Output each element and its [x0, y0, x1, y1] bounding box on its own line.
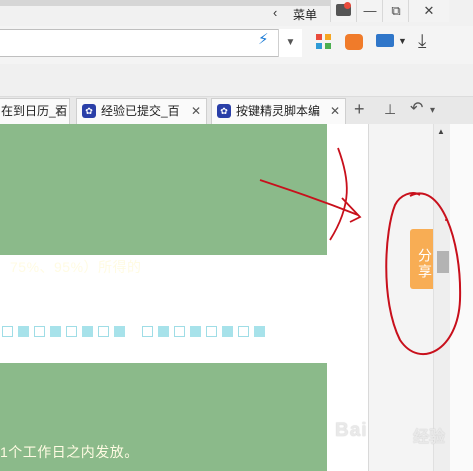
- tab-experience-submitted[interactable]: ✿ 经验已提交_百 ✕: [76, 98, 207, 124]
- decorative-square-row: [2, 326, 332, 340]
- share-sidebar: 分享: [368, 124, 435, 471]
- notification-dot-icon: [344, 2, 351, 9]
- decorative-square: [18, 326, 29, 337]
- decorative-square: [174, 326, 185, 337]
- tab-label: 经验已提交_百: [101, 104, 180, 118]
- restore-button[interactable]: ⧉: [382, 0, 409, 22]
- percentage-text: 75%、95%）所得的: [10, 259, 142, 275]
- baidu-paw-icon: ✿: [217, 104, 231, 118]
- decorative-square: [142, 326, 153, 337]
- tab-close-icon[interactable]: ✕: [54, 99, 64, 123]
- decorative-square: [2, 326, 13, 337]
- undo-dropdown-icon[interactable]: ▾: [430, 105, 435, 116]
- page-content: 75%、95%）所得的 1个工作日之内发放。: [0, 124, 368, 471]
- remote-dropdown-icon[interactable]: ▼: [398, 36, 407, 46]
- decorative-square: [190, 326, 201, 337]
- right-margin: [450, 124, 473, 471]
- green-info-block: [0, 124, 327, 255]
- speed-mode-bolt-icon[interactable]: ⚡: [258, 30, 269, 48]
- download-icon[interactable]: ⤓: [418, 31, 426, 53]
- decorative-square: [222, 326, 233, 337]
- share-button[interactable]: 分享: [410, 229, 435, 289]
- tab-row: 在到日历_百 ✕ ✿ 经验已提交_百 ✕ ✿ 按键精灵脚本编 ✕ + ⊥ ↶ ▾: [0, 96, 473, 124]
- game-center-icon[interactable]: [345, 34, 363, 50]
- recent-tabs-icon[interactable]: ⊥: [384, 101, 396, 118]
- browser-titlebar: ‹ 菜单 — ⧉ ✕: [0, 0, 473, 26]
- decorative-square: [254, 326, 265, 337]
- decorative-square: [34, 326, 45, 337]
- scrollbar[interactable]: [433, 124, 450, 471]
- minimize-button[interactable]: —: [356, 0, 383, 22]
- baidu-paw-icon: ✿: [82, 104, 96, 118]
- decorative-square: [206, 326, 217, 337]
- undo-close-icon[interactable]: ↶: [410, 98, 423, 118]
- apps-grid-icon[interactable]: [316, 34, 332, 50]
- close-window-button[interactable]: ✕: [408, 0, 449, 22]
- tab-label: 按键精灵脚本编: [236, 104, 321, 118]
- scrollbar-thumb[interactable]: [437, 251, 449, 273]
- tab-strip: 在到日历_百 ✕ ✿ 经验已提交_百 ✕ ✿ 按键精灵脚本编 ✕ + ⊥ ↶ ▾: [0, 64, 473, 124]
- jingyan-watermark: 经验: [413, 429, 446, 446]
- address-bar[interactable]: [0, 29, 302, 57]
- baidu-watermark: Bai: [335, 420, 368, 441]
- decorative-square: [98, 326, 109, 337]
- payout-text: 1个工作日之内发放。: [0, 444, 139, 460]
- scroll-up-arrow-icon[interactable]: ▲: [437, 127, 445, 136]
- menu-button[interactable]: 菜单: [293, 6, 317, 23]
- tab-key-sprite-script[interactable]: ✿ 按键精灵脚本编 ✕: [211, 98, 346, 124]
- skin-button[interactable]: [330, 0, 357, 22]
- address-dropdown-icon[interactable]: ▼: [278, 29, 302, 57]
- title-strip: [0, 0, 332, 6]
- new-tab-button[interactable]: +: [354, 99, 365, 120]
- decorative-square: [158, 326, 169, 337]
- tab-calendar[interactable]: 在到日历_百 ✕: [0, 98, 70, 124]
- tab-close-icon[interactable]: ✕: [330, 99, 340, 123]
- back-chevron-icon[interactable]: ‹: [273, 5, 277, 20]
- browser-toolbar: ⚡ ▼ ▼ ⤓: [0, 26, 473, 65]
- tab-close-icon[interactable]: ✕: [191, 99, 201, 123]
- decorative-square: [66, 326, 77, 337]
- decorative-square: [82, 326, 93, 337]
- decorative-square: [238, 326, 249, 337]
- remote-screen-icon[interactable]: [376, 34, 394, 47]
- decorative-square: [114, 326, 125, 337]
- decorative-square: [50, 326, 61, 337]
